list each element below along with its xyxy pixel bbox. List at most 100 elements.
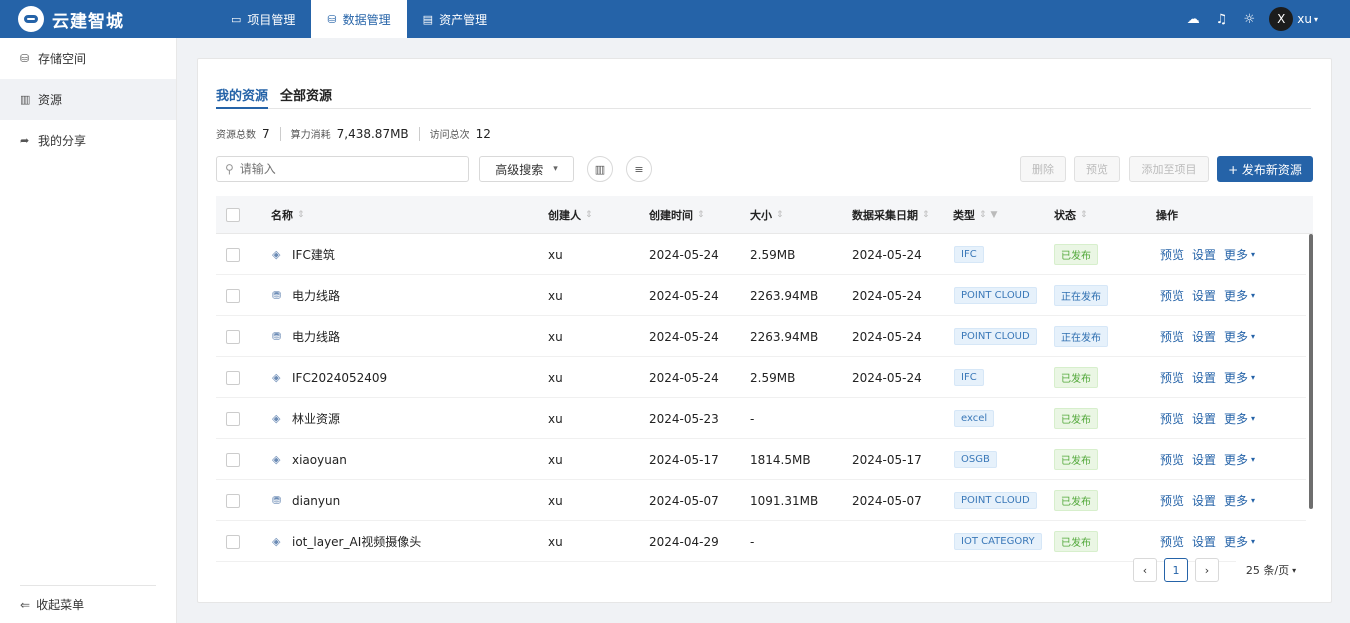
table-row[interactable]: ◈ IFC2024052409 xu 2024-05-24 2.59MB 2024-05-… [216,357,1306,398]
tab-project-management[interactable]: ▭ 项目管理 [215,0,311,38]
cell-name[interactable]: ◈ iot_layer_AI视频摄像头 [272,521,421,562]
row-settings-link[interactable]: 设置 [1192,287,1216,304]
row-checkbox[interactable] [226,535,240,549]
col-type[interactable]: 类型 ⇕ ▼ [953,207,997,223]
tab-all-resources[interactable]: 全部资源 [280,85,332,109]
row-preview-link[interactable]: 预览 [1160,328,1184,345]
next-page-button[interactable]: › [1195,558,1219,582]
row-settings-link[interactable]: 设置 [1192,451,1216,468]
cell-name[interactable]: ⛃ 电力线路 [272,316,340,357]
row-preview-link[interactable]: 预览 [1160,451,1184,468]
row-settings-link[interactable]: 设置 [1192,369,1216,386]
row-more-link[interactable]: 更多 [1224,328,1248,345]
table-row[interactable]: ⛃ 电力线路 xu 2024-05-24 2263.94MB 2024-05-24 POIN… [216,275,1306,316]
app-logo[interactable]: 云建智城 [0,6,215,32]
table-scrollbar[interactable] [1309,234,1313,509]
table-row[interactable]: ◈ 林业资源 xu 2024-05-23 - excel 已发布 预览 设置 更多 ▾ [216,398,1306,439]
filter-icon[interactable]: ▼ [991,210,998,220]
sidebar-item-resources[interactable]: ▥ 资源 [0,79,176,120]
chevron-down-icon[interactable]: ▾ [1251,332,1255,341]
col-size[interactable]: 大小 ⇕ [750,207,784,223]
row-more-link[interactable]: 更多 [1224,369,1248,386]
col-created[interactable]: 创建时间 ⇕ [649,207,705,223]
row-preview-link[interactable]: 预览 [1160,246,1184,263]
cloud-upload-icon[interactable]: ☁ [1181,12,1205,27]
search-input[interactable] [239,162,440,176]
chevron-down-icon[interactable]: ▾ [1251,414,1255,423]
cell-size: - [750,534,755,549]
table-row[interactable]: ⛃ dianyun xu 2024-05-07 1091.31MB 2024-05-07 P… [216,480,1306,521]
chevron-down-icon[interactable]: ▾ [1314,15,1318,24]
select-all-checkbox[interactable] [226,208,240,222]
chevron-down-icon[interactable]: ▾ [1251,496,1255,505]
bulb-icon[interactable]: ☼ [1237,12,1261,27]
collapse-menu-button[interactable]: ⇐ 收起菜单 [20,585,156,623]
column-settings-button[interactable]: ▥ [587,156,613,182]
tab-data-management[interactable]: ⛁ 数据管理 [311,0,407,38]
row-more-link[interactable]: 更多 [1224,287,1248,304]
row-checkbox[interactable] [226,248,240,262]
row-more-link[interactable]: 更多 [1224,410,1248,427]
chevron-left-icon: ‹ [1142,563,1148,577]
row-more-link[interactable]: 更多 [1224,246,1248,263]
prev-page-button[interactable]: ‹ [1133,558,1157,582]
chevron-down-icon[interactable]: ▾ [1251,291,1255,300]
cell-name[interactable]: ⛃ dianyun [272,480,340,521]
cell-name[interactable]: ◈ IFC建筑 [272,234,335,275]
row-more-link[interactable]: 更多 [1224,492,1248,509]
cell-name[interactable]: ◈ IFC2024052409 [272,357,387,398]
row-checkbox[interactable] [226,412,240,426]
sidebar-item-my-share[interactable]: ➦ 我的分享 [0,120,176,161]
page-size-select[interactable]: 25 条/页 ▾ [1236,558,1306,582]
row-checkbox[interactable] [226,289,240,303]
row-checkbox[interactable] [226,330,240,344]
cell-collect: 2024-05-24 [852,288,922,303]
chevron-down-icon[interactable]: ▾ [1251,455,1255,464]
row-preview-link[interactable]: 预览 [1160,533,1184,550]
chevron-down-icon[interactable]: ▾ [1251,250,1255,259]
col-status[interactable]: 状态 ⇕ [1054,207,1088,223]
row-preview-link[interactable]: 预览 [1160,287,1184,304]
row-checkbox[interactable] [226,453,240,467]
col-creator[interactable]: 创建人 ⇕ [548,207,593,223]
table-row[interactable]: ⛃ 电力线路 xu 2024-05-24 2263.94MB 2024-05-24 POIN… [216,316,1306,357]
bell-icon[interactable]: ♫ [1209,12,1233,27]
preview-button[interactable]: 预览 [1074,156,1120,182]
row-settings-link[interactable]: 设置 [1192,246,1216,263]
row-settings-link[interactable]: 设置 [1192,533,1216,550]
row-preview-link[interactable]: 预览 [1160,369,1184,386]
row-more-link[interactable]: 更多 [1224,451,1248,468]
row-settings-link[interactable]: 设置 [1192,410,1216,427]
add-to-project-button[interactable]: 添加至项目 [1129,156,1209,182]
row-checkbox[interactable] [226,494,240,508]
sidebar-item-storage[interactable]: ⛁ 存储空间 [0,38,176,79]
row-checkbox[interactable] [226,371,240,385]
table-row[interactable]: ◈ iot_layer_AI视频摄像头 xu 2024-04-29 - IOT CATEG… [216,521,1306,562]
advanced-search-dropdown[interactable]: 高级搜索 ▾ [479,156,574,182]
col-collect-date[interactable]: 数据采集日期 ⇕ [852,207,930,223]
delete-button[interactable]: 删除 [1020,156,1066,182]
cell-type: IOT CATEGORY [954,521,1042,562]
cell-name[interactable]: ⛃ 电力线路 [272,275,340,316]
cell-name[interactable]: ◈ xiaoyuan [272,439,347,480]
row-preview-link[interactable]: 预览 [1160,492,1184,509]
row-settings-link[interactable]: 设置 [1192,328,1216,345]
share-icon: ➦ [20,134,30,147]
cell-name[interactable]: ◈ 林业资源 [272,398,340,439]
publish-resource-button[interactable]: + 发布新资源 [1217,156,1313,182]
chevron-down-icon[interactable]: ▾ [1251,373,1255,382]
col-name[interactable]: 名称 ⇕ [271,207,305,223]
chevron-down-icon[interactable]: ▾ [1251,537,1255,546]
tab-my-resources[interactable]: 我的资源 [216,85,269,109]
user-name[interactable]: xu [1297,12,1312,26]
row-settings-link[interactable]: 设置 [1192,492,1216,509]
avatar[interactable]: X [1269,7,1294,31]
filter-button[interactable]: ≡ [626,156,652,182]
row-more-link[interactable]: 更多 [1224,533,1248,550]
page-number[interactable]: 1 [1164,558,1188,582]
row-preview-link[interactable]: 预览 [1160,410,1184,427]
tab-asset-management[interactable]: ▤ 资产管理 [407,0,503,38]
table-row[interactable]: ◈ xiaoyuan xu 2024-05-17 1814.5MB 2024-05-17 O… [216,439,1306,480]
table-row[interactable]: ◈ IFC建筑 xu 2024-05-24 2.59MB 2024-05-24 IFC 已发布… [216,234,1306,275]
cell-actions: 预览 设置 更多 ▾ [1160,275,1263,316]
